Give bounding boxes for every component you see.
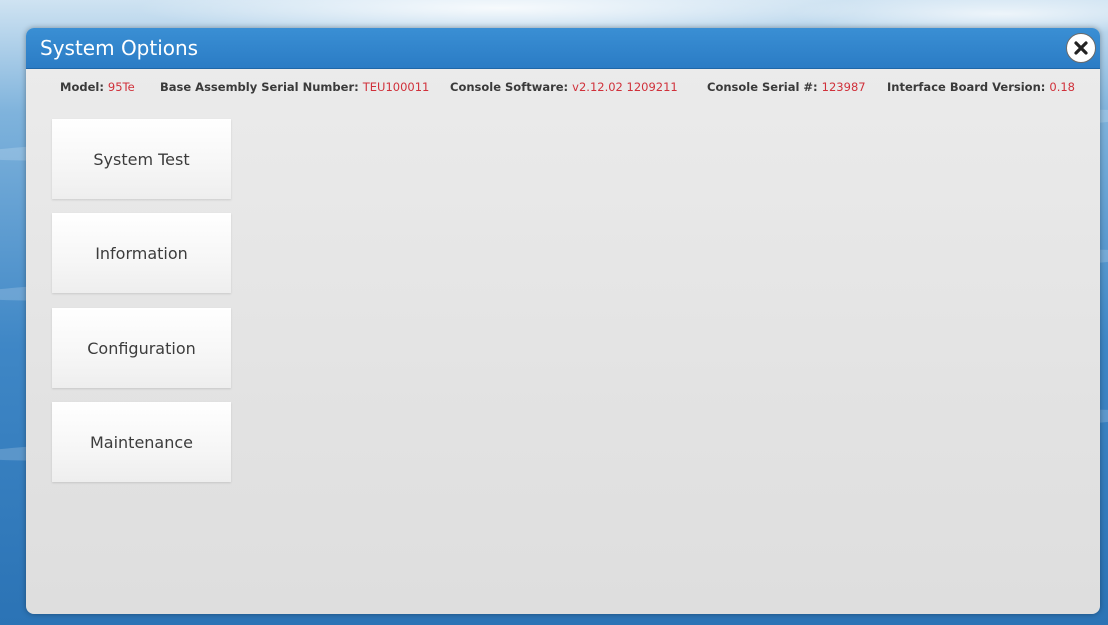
- dialog-titlebar: System Options: [26, 28, 1100, 69]
- close-icon: [1074, 41, 1088, 55]
- console-serial-label: Console Serial #:: [707, 80, 822, 94]
- configuration-button[interactable]: Configuration: [52, 308, 231, 388]
- system-options-dialog: System Options Model: 95Te Base Assembly…: [26, 28, 1100, 614]
- system-test-button[interactable]: System Test: [52, 119, 231, 199]
- model-info: Model: 95Te: [60, 78, 135, 96]
- dialog-title: System Options: [40, 36, 199, 60]
- interface-board-value: 0.18: [1049, 80, 1075, 94]
- console-software-info: Console Software: v2.12.02 1209211: [450, 78, 678, 96]
- interface-board-info: Interface Board Version: 0.18: [887, 78, 1075, 96]
- system-info-strip: Model: 95Te Base Assembly Serial Number:…: [26, 78, 1100, 96]
- base-serial-info: Base Assembly Serial Number: TEU100011: [160, 78, 429, 96]
- console-software-value: v2.12.02 1209211: [572, 80, 678, 94]
- maintenance-button[interactable]: Maintenance: [52, 402, 231, 482]
- base-serial-label: Base Assembly Serial Number:: [160, 80, 363, 94]
- console-serial-info: Console Serial #: 123987: [707, 78, 866, 96]
- console-serial-value: 123987: [821, 80, 866, 94]
- close-button[interactable]: [1066, 33, 1096, 63]
- model-label: Model:: [60, 80, 108, 94]
- console-software-label: Console Software:: [450, 80, 573, 94]
- model-value: 95Te: [107, 80, 135, 94]
- information-button[interactable]: Information: [52, 213, 231, 293]
- base-serial-value: TEU100011: [362, 80, 430, 94]
- interface-board-label: Interface Board Version:: [887, 80, 1050, 94]
